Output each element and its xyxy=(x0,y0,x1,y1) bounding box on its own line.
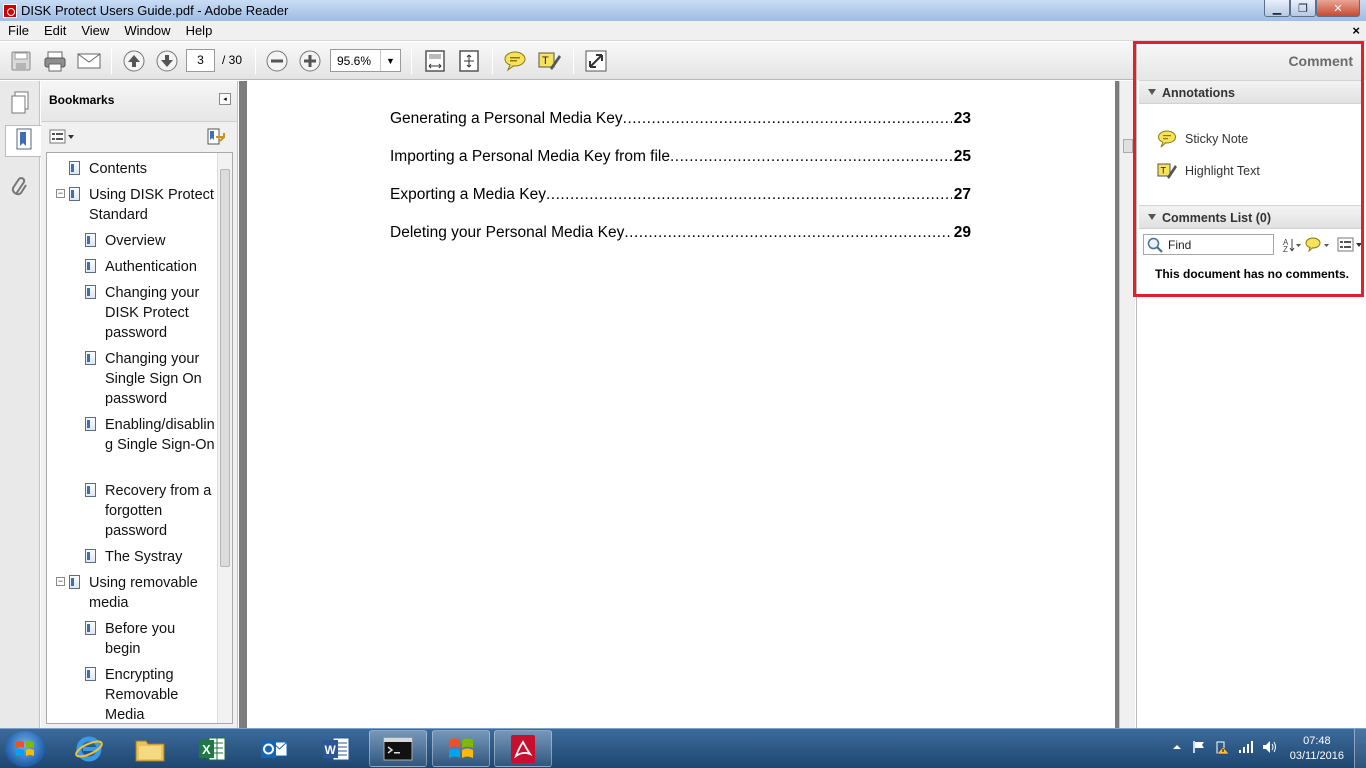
svg-text:X: X xyxy=(202,742,211,757)
system-tray: 07:48 03/11/2016 xyxy=(1172,729,1366,768)
file-explorer-icon[interactable] xyxy=(121,730,179,767)
print-icon[interactable] xyxy=(41,49,69,73)
windows-explorer-icon[interactable] xyxy=(432,730,490,767)
svg-text:Z: Z xyxy=(1283,245,1288,253)
expand-bookmark-icon[interactable] xyxy=(206,128,226,149)
pdf-page: Generating a Personal Media Key.........… xyxy=(247,81,1115,728)
show-hidden-icons-icon[interactable] xyxy=(1172,742,1182,755)
menu-file[interactable]: File xyxy=(0,23,36,38)
clock[interactable]: 07:48 03/11/2016 xyxy=(1290,734,1344,764)
sticky-note-tool[interactable]: Sticky Note xyxy=(1157,129,1248,149)
power-warning-icon[interactable] xyxy=(1214,739,1230,758)
bookmark-scrollbar[interactable] xyxy=(217,153,232,723)
search-icon xyxy=(1147,237,1163,256)
toc-entry[interactable]: Deleting your Personal Media Key........… xyxy=(390,223,971,243)
collapse-toggle[interactable]: − xyxy=(56,189,65,198)
svg-text:W: W xyxy=(325,743,337,757)
close-button[interactable]: ✕ xyxy=(1316,0,1360,17)
scrollbar-thumb[interactable] xyxy=(220,169,230,567)
navigation-pane-strip xyxy=(0,81,41,728)
comment-pane-title[interactable]: Comment xyxy=(1288,53,1353,69)
bookmarks-title: Bookmarks xyxy=(49,93,115,107)
toc-entry[interactable]: Importing a Personal Media Key from file… xyxy=(390,147,971,167)
collapse-toggle[interactable]: − xyxy=(56,577,65,586)
menu-help[interactable]: Help xyxy=(178,23,220,38)
internet-explorer-icon[interactable] xyxy=(60,730,118,767)
zoom-dropdown-icon[interactable]: ▼ xyxy=(380,50,400,71)
comment-pane: Comment Annotations Sticky Note T Highli… xyxy=(1136,41,1366,728)
command-prompt-icon[interactable] xyxy=(369,730,427,767)
bookmark-tree: Contents − Using DISK Protect Standard O… xyxy=(46,152,233,724)
full-screen-icon[interactable] xyxy=(582,49,610,73)
filter-comments-icon[interactable] xyxy=(1305,236,1331,254)
highlight-text-icon: T xyxy=(1157,162,1177,180)
bookmark-options-icon[interactable] xyxy=(49,129,75,148)
collapse-triangle-icon xyxy=(1148,89,1156,95)
previous-page-icon[interactable] xyxy=(121,49,147,73)
annotations-section-header[interactable]: Annotations xyxy=(1139,80,1363,104)
no-comments-message: This document has no comments. xyxy=(1154,267,1350,281)
zoom-in-icon[interactable] xyxy=(297,49,323,73)
clock-time: 07:48 xyxy=(1303,734,1331,747)
menu-bar: File Edit View Window Help × xyxy=(0,21,1366,41)
document-viewport: Generating a Personal Media Key.........… xyxy=(239,81,1119,728)
adobe-reader-taskbar-icon[interactable] xyxy=(494,730,552,767)
document-scrollbar[interactable] xyxy=(1119,81,1135,728)
minimize-button[interactable]: ▁ xyxy=(1264,0,1290,17)
svg-text:T: T xyxy=(1161,166,1167,176)
window-title: DISK Protect Users Guide.pdf - Adobe Rea… xyxy=(21,3,289,18)
page-total: / 30 xyxy=(222,53,243,67)
excel-icon[interactable]: X xyxy=(183,730,241,767)
collapse-panel-button[interactable]: ◂ xyxy=(219,93,231,105)
action-center-flag-icon[interactable] xyxy=(1192,740,1206,757)
word-icon[interactable]: W xyxy=(307,730,365,767)
clock-date: 03/11/2016 xyxy=(1289,749,1344,762)
svg-text:T: T xyxy=(542,55,549,67)
page-number-input[interactable]: 3 xyxy=(186,49,215,72)
page-thumbnails-icon[interactable] xyxy=(5,87,34,119)
bookmarks-panel: Bookmarks ◂ Contents − Using DISK Protec… xyxy=(41,81,238,728)
zoom-select[interactable]: 95.6% ▼ xyxy=(330,49,401,72)
fit-page-icon[interactable] xyxy=(421,49,449,73)
highlight-text-tool[interactable]: T Highlight Text xyxy=(1157,161,1260,181)
close-document-button[interactable]: × xyxy=(1352,23,1360,38)
sort-comments-icon[interactable]: AZ xyxy=(1282,236,1302,254)
save-icon[interactable] xyxy=(8,49,34,73)
highlight-text-icon[interactable]: T xyxy=(535,49,563,73)
zoom-value: 95.6% xyxy=(337,54,372,68)
find-comments-input[interactable]: Find xyxy=(1143,234,1274,255)
fit-width-icon[interactable] xyxy=(455,49,483,73)
outlook-icon[interactable] xyxy=(245,730,303,767)
zoom-out-icon[interactable] xyxy=(264,49,290,73)
comments-list-section-header[interactable]: Comments List (0) xyxy=(1139,205,1363,229)
menu-view[interactable]: View xyxy=(73,23,116,38)
volume-icon[interactable] xyxy=(1262,740,1278,757)
menu-window[interactable]: Window xyxy=(116,23,177,38)
sticky-note-icon[interactable] xyxy=(501,49,529,73)
start-button[interactable] xyxy=(5,731,45,767)
scrollbar-thumb[interactable] xyxy=(1123,139,1133,153)
toc-entry[interactable]: Exporting a Media Key...................… xyxy=(390,185,971,205)
show-desktop-button[interactable] xyxy=(1354,729,1366,768)
network-signal-icon[interactable] xyxy=(1238,740,1254,757)
collapse-triangle-icon xyxy=(1148,214,1156,220)
sticky-note-icon xyxy=(1157,130,1177,148)
email-icon[interactable] xyxy=(75,49,103,73)
maximize-button[interactable]: ❐ xyxy=(1290,0,1316,17)
windows-taskbar: X W 07:48 03/11/2016 xyxy=(0,728,1366,768)
next-page-icon[interactable] xyxy=(154,49,180,73)
window-titlebar: DISK Protect Users Guide.pdf - Adobe Rea… xyxy=(0,0,1366,21)
toc-entry[interactable]: Generating a Personal Media Key.........… xyxy=(390,109,971,129)
attachments-icon[interactable] xyxy=(5,171,34,203)
bookmarks-tab-icon[interactable] xyxy=(5,125,41,157)
menu-edit[interactable]: Edit xyxy=(36,23,73,38)
comment-options-icon[interactable] xyxy=(1337,236,1363,254)
adobe-reader-icon xyxy=(3,3,17,18)
